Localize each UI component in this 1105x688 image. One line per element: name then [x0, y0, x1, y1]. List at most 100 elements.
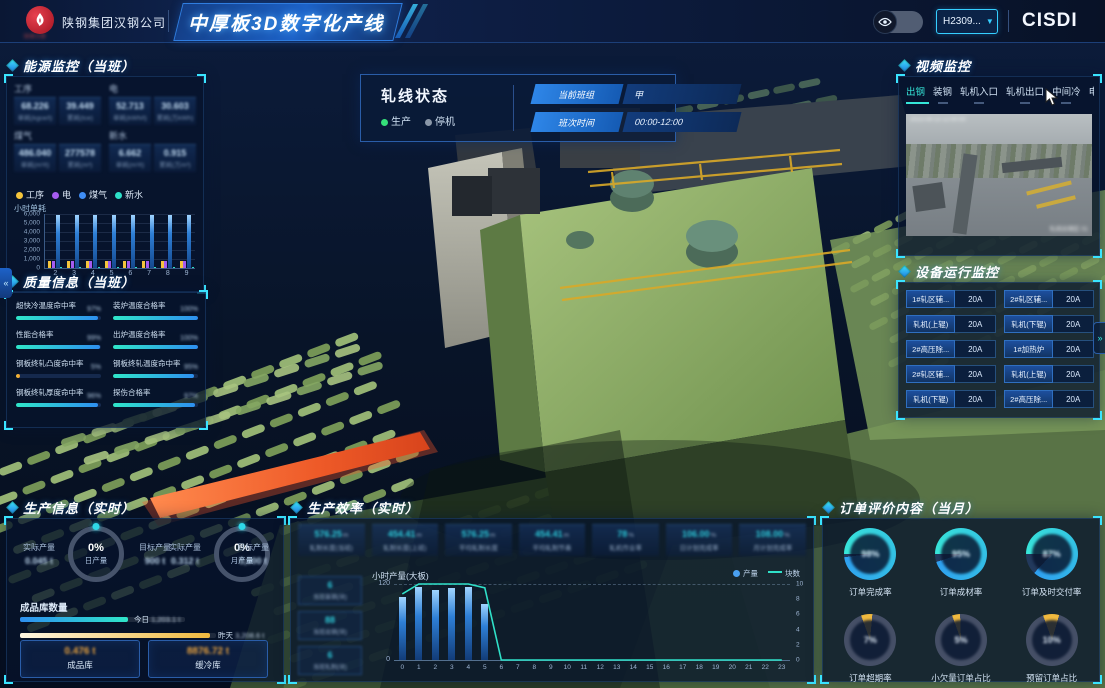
video-tab-5[interactable]: 中间冷 [1052, 84, 1081, 104]
energy-bar-电 [71, 261, 74, 268]
donut-ring: 98% [844, 528, 896, 580]
hour-xtick: 14 [630, 664, 637, 671]
hour-xtick: 23 [778, 664, 785, 671]
page-title: 中厚板3D数字化产线 [188, 9, 384, 36]
quality-metrics-grid: 超快冷温度命中率97%装炉温度合格率100%性能合格率99%出炉温度合格率100… [16, 300, 198, 407]
hour-xtick: 21 [745, 664, 752, 671]
hour-xtick: 10 [564, 664, 571, 671]
efficiency-panel: 576.25m轧制长度(当班)454.41m轧制长度(上班)576.25m平均轧… [290, 518, 814, 682]
energy-bar-煤气 [150, 215, 154, 268]
legend-dot [115, 192, 122, 199]
efficiency-card: 108.00%月计划完成率 [739, 524, 806, 556]
device-current-value: 20A [955, 365, 996, 383]
shift-team-chip: 当前班组 甲 [533, 84, 739, 104]
quality-panel-title: 质量信息（当班） [8, 272, 135, 291]
quality-percent: 95% [184, 364, 198, 371]
device-current-value: 20A [955, 290, 996, 308]
hour-xtick: 18 [696, 664, 703, 671]
diamond-icon [6, 59, 19, 72]
energy-bar-新水 [60, 267, 62, 268]
efficiency-card-value: 108.00% [741, 529, 804, 539]
energy-unit: 单耗(m³/t) [16, 159, 54, 169]
diamond-icon [898, 59, 911, 72]
energy-bar-煤气 [93, 215, 97, 268]
quality-percent: 99% [87, 335, 101, 342]
video-camera-label: 轧线出钢区 01 [1050, 224, 1088, 233]
energy-bar-电 [89, 261, 92, 268]
order-donut: 5%小欠量订单占比 [919, 614, 1004, 684]
legend-dot [79, 192, 86, 199]
device-row: 2#轧区辅...20A [1004, 290, 1094, 308]
energy-ytick: 5,000 [24, 220, 40, 227]
order-donut: 98%订单完成率 [828, 528, 913, 598]
header-divider [1008, 10, 1009, 32]
legend-dot [733, 570, 740, 577]
logo-subtext: 陕钢汉钢 [24, 33, 46, 40]
left-panel-collapse-button[interactable]: « [0, 268, 12, 298]
energy-group-name: 煤气 [14, 129, 101, 142]
right-panel-collapse-button[interactable]: » [1093, 322, 1105, 354]
energy-bar-新水 [154, 267, 156, 268]
right-axis-tick: 4 [796, 626, 800, 633]
chevron-down-icon: ▼ [986, 17, 994, 26]
device-name: 2#轧区辅... [906, 365, 955, 383]
energy-bar-煤气 [131, 215, 135, 268]
hour-xtick: 17 [679, 664, 686, 671]
video-timestamp: 2023-09-13 12:00:00 [910, 117, 966, 123]
energy-bar-电 [146, 261, 149, 268]
device-name: 2#高压除... [906, 340, 955, 358]
corner-bracket [820, 516, 829, 525]
hour-xtick: 19 [712, 664, 719, 671]
device-name: 2#轧区辅... [1004, 290, 1053, 308]
quality-percent: 96% [87, 393, 101, 400]
hour-xtick: 1 [417, 664, 421, 671]
hour-xtick: 0 [400, 664, 404, 671]
video-tab-2[interactable]: 装钢 [933, 84, 952, 104]
quality-bar-track [16, 403, 101, 407]
corner-bracket [199, 290, 208, 299]
header-divider [168, 10, 169, 32]
energy-group: 煤气486.040单耗(m³/t)277578累耗(m³) [14, 129, 101, 172]
efficiency-card-label: 平均轧制长度 [447, 542, 510, 552]
top-header-bar: 陕钢汉钢 陕钢集团汉钢公司 中厚板3D数字化产线 H2309... ▼ CISD… [0, 0, 1105, 43]
hour-xtick: 9 [549, 664, 553, 671]
device-row: 2#高压除...20A [1004, 390, 1094, 408]
energy-group-values: 6.662单耗(m³/t)0.915累耗(万m³) [109, 144, 196, 172]
orders-panel: 98%订单完成率95%订单成材率87%订单及时交付率7%订单超期率5%小欠量订单… [822, 518, 1100, 682]
inventory-title: 成品库数量 [20, 600, 68, 614]
energy-chart-plot [44, 214, 195, 269]
efficiency-card-value: 576.25m [300, 529, 363, 539]
energy-bar-新水 [79, 267, 81, 268]
donut-ring: 5% [935, 614, 987, 666]
energy-ytick: 1,000 [24, 256, 40, 263]
hour-xtick: 5 [483, 664, 487, 671]
video-tab-1[interactable]: 出钢 [906, 84, 925, 104]
donut-ring: 10% [1026, 614, 1078, 666]
donut-ring: 95% [935, 528, 987, 580]
quality-label: 钢板终轧凸度命中率 [16, 358, 101, 369]
quality-percent: 97% [184, 393, 198, 400]
quality-bar-track [113, 403, 198, 407]
order-donut: 87%订单及时交付率 [1009, 528, 1094, 598]
diamond-icon [290, 501, 303, 514]
video-feed[interactable]: 2023-09-13 12:00:00 轧线出钢区 01 [906, 114, 1092, 236]
order-donut: 10%预留订单占比 [1009, 614, 1094, 684]
corner-bracket [288, 675, 297, 684]
efficiency-card: 576.25m平均轧制长度 [445, 524, 512, 556]
hour-xtick: 7 [516, 664, 520, 671]
corner-bracket [1093, 675, 1102, 684]
device-name: 轧机(下辊) [1004, 315, 1053, 333]
left-axis-tick: 0 [370, 656, 390, 663]
steel-id-dropdown[interactable]: H2309... ▼ [936, 9, 998, 34]
right-axis-tick: 10 [796, 581, 803, 588]
video-tab-6[interactable]: 电加热 [1089, 84, 1094, 104]
video-tab-3[interactable]: 轧机入口 [960, 84, 998, 104]
quality-bar-fill [113, 345, 198, 349]
quality-panel: 超快冷温度命中率97%装炉温度合格率100%性能合格率99%出炉温度合格率100… [6, 292, 206, 428]
line-status-legend: 生产 停机 [381, 113, 455, 128]
video-tab-4[interactable]: 轧机出口 [1006, 84, 1044, 104]
corner-bracket [288, 516, 297, 525]
energy-stat-box: 68.226单耗(kgce/t) [14, 97, 56, 125]
efficiency-side-stats: 6当班装钢(块)88当班出钢(块)6当班轧制(块) [298, 576, 362, 675]
visibility-toggle[interactable] [873, 11, 923, 33]
